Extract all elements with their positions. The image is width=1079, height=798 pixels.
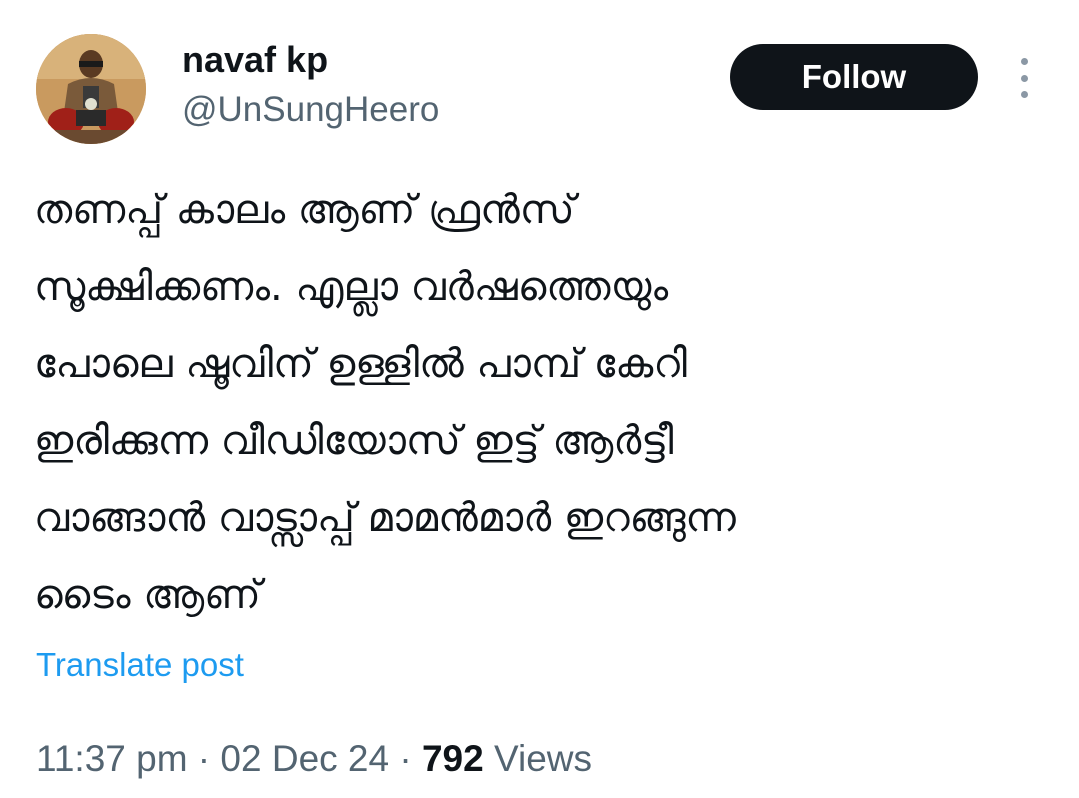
more-dot (1020, 58, 1028, 65)
follow-button-label: Follow (801, 58, 907, 95)
more-dot (1020, 74, 1028, 82)
tweet-text-line: പോലെ ഷൂവിന് ഉള്ളിൽ പാമ്പ് കേറി (34, 341, 687, 387)
avatar-image (36, 34, 146, 144)
translate-post-link[interactable]: Translate post (36, 644, 244, 686)
views-label: Views (483, 738, 593, 779)
tweet-text-line: സൂക്ഷിക്കണം. എല്ലാ വർഷത്തെയും (34, 264, 669, 310)
tweet-text-line: ടൈം ആണ് (34, 572, 261, 618)
tweet-text-line: തണപ്പ് കാലം ആണ് ഫ്രൻസ് (34, 187, 575, 233)
more-vertical-icon[interactable] (1010, 58, 1038, 98)
author-handle[interactable]: @UnSungHeero (182, 88, 439, 132)
tweet-meta: 11:37 pm · 02 Dec 24 · 792 Views (36, 736, 592, 782)
views-count[interactable]: 792 (422, 738, 484, 779)
author-display-name[interactable]: navaf kp (182, 38, 328, 82)
meta-separator: · (389, 738, 422, 779)
meta-separator: · (187, 738, 221, 779)
follow-button[interactable]: Follow (730, 44, 978, 110)
tweet-text-line: വാങ്ങാൻ വാട്സാപ്പ് മാമൻമാർ ഇറങ്ങുന്ന (34, 495, 736, 541)
avatar[interactable] (36, 34, 146, 144)
more-dot (1020, 91, 1028, 98)
tweet-text-line: ഇരിക്കുന്ന വീഡിയോസ് ഇട്ട് ആർട്ടീ (34, 418, 674, 464)
tweet-time[interactable]: 11:37 pm (36, 738, 188, 779)
tweet-text: തണപ്പ് കാലം ആണ് ഫ്രൻസ് സൂക്ഷിക്കണം. എല്ല… (34, 172, 1054, 634)
tweet-date[interactable]: 02 Dec 24 (220, 738, 389, 779)
